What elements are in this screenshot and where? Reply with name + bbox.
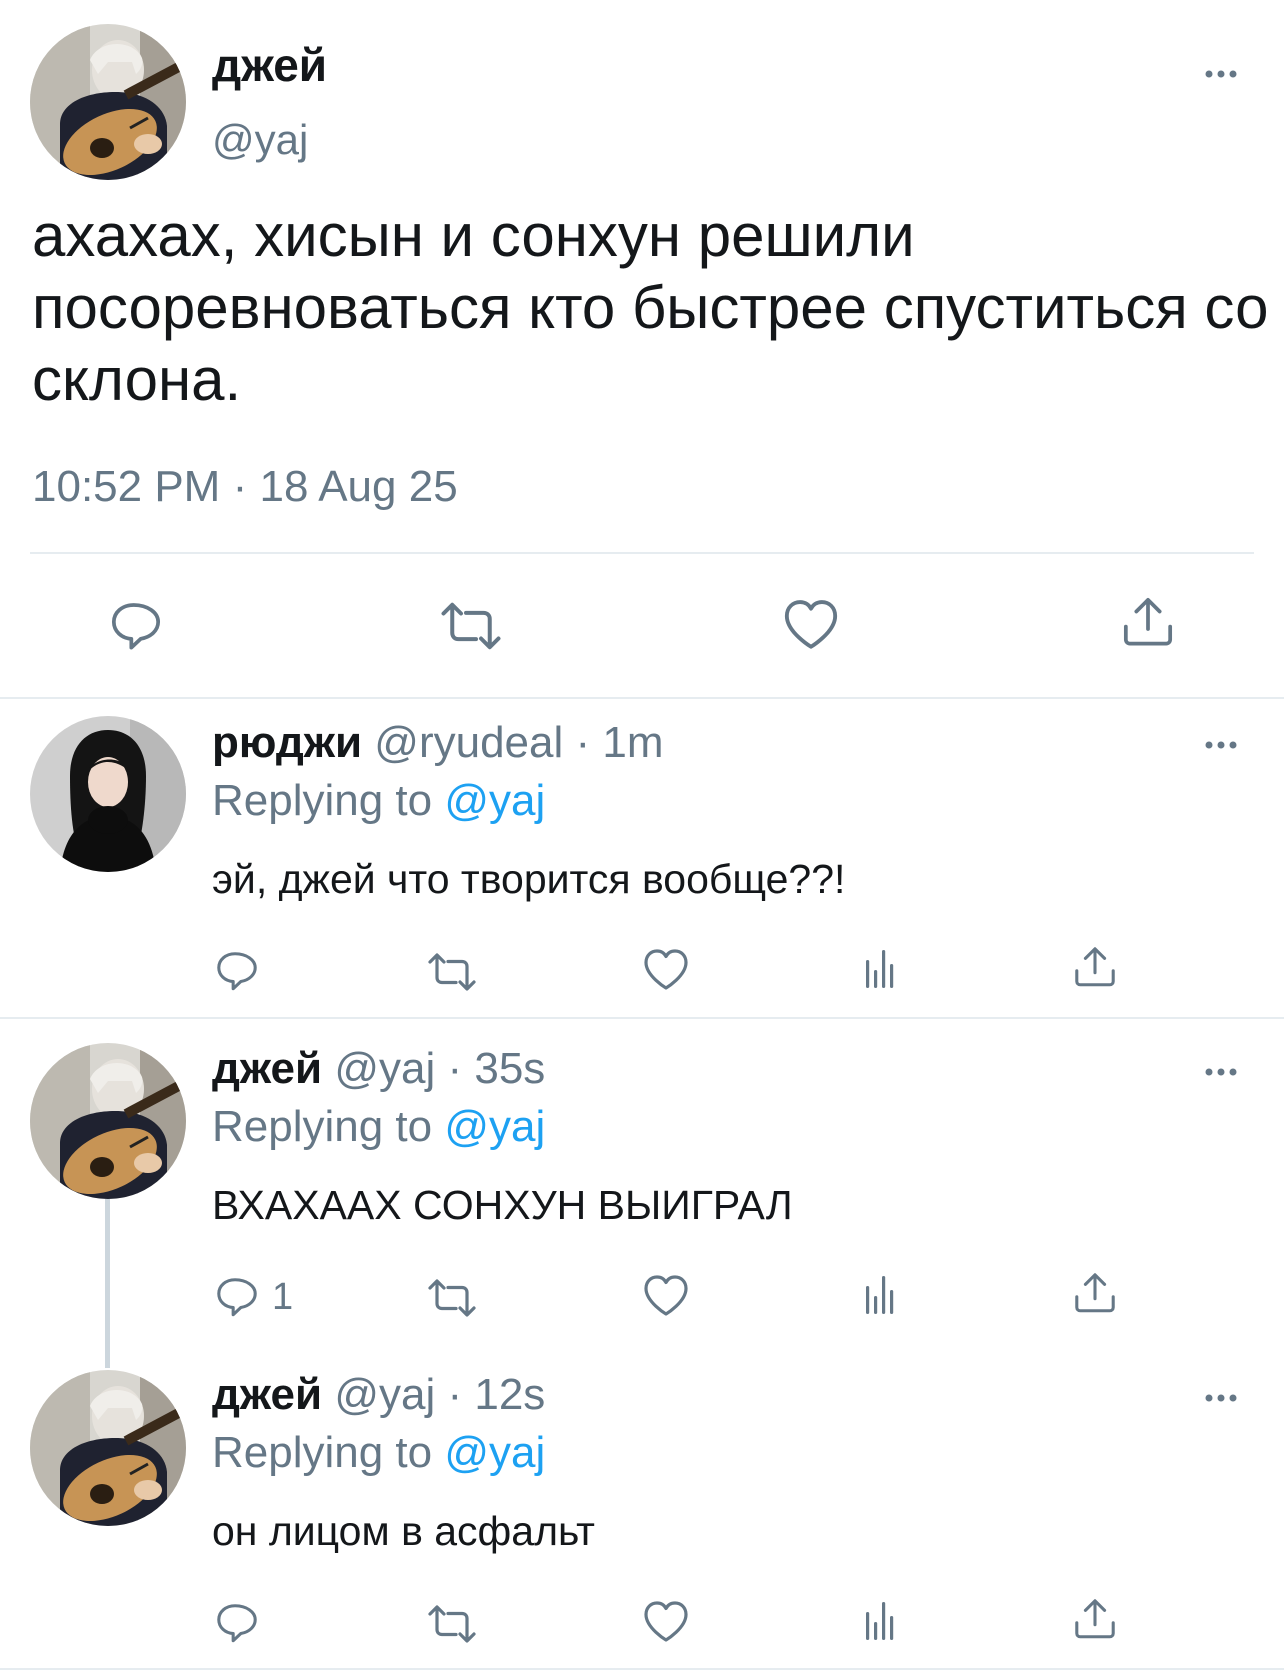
reply-time: · 12s [447, 1370, 546, 1419]
reply-handle[interactable]: @yaj [334, 1370, 435, 1419]
replying-to: Replying to @yaj [212, 1102, 545, 1152]
replying-to: Replying to @yaj [212, 1428, 545, 1478]
like-icon[interactable] [642, 1598, 690, 1646]
reply-header: джей @yaj · 35s [212, 1044, 545, 1094]
main-tweet-avatar[interactable] [30, 24, 186, 180]
reply-icon[interactable] [214, 948, 260, 994]
stats-icon[interactable] [860, 1272, 900, 1320]
ellipsis-icon[interactable] [1203, 737, 1239, 753]
like-icon[interactable] [642, 946, 690, 994]
like-icon[interactable] [642, 1272, 690, 1320]
reply-text: ВХАХААХ СОНХУН ВЫИГРАЛ [212, 1182, 793, 1228]
like-icon[interactable] [782, 596, 840, 654]
retweet-icon[interactable] [436, 598, 506, 654]
retweet-icon[interactable] [424, 1602, 480, 1646]
reply-text: эй, джей что творится вообще??! [212, 856, 846, 902]
replying-mention[interactable]: @yaj [444, 776, 545, 825]
reply-header: рюджи @ryudeal · 1m [212, 718, 664, 768]
ellipsis-icon[interactable] [1203, 1064, 1239, 1080]
main-tweet-text: ахахах, хисын и сонхун решили посоревнов… [32, 202, 1269, 413]
reply-header: джей @yaj · 12s [212, 1370, 545, 1420]
reply-count: 1 [272, 1276, 294, 1318]
reply-icon[interactable] [214, 1600, 260, 1646]
retweet-icon[interactable] [424, 1276, 480, 1320]
replying-prefix: Replying to [212, 1102, 433, 1151]
divider [0, 697, 1284, 699]
reply-avatar[interactable] [30, 716, 186, 872]
share-icon[interactable] [1072, 1270, 1118, 1316]
main-tweet-handle[interactable]: @yaj [212, 116, 308, 164]
reply-icon[interactable] [108, 598, 164, 654]
reply-text: он лицом в асфальт [212, 1508, 595, 1554]
reply-handle[interactable]: @ryudeal [374, 718, 563, 767]
ellipsis-icon[interactable] [1203, 66, 1239, 82]
reply-name[interactable]: рюджи [212, 718, 362, 767]
replying-to: Replying to @yaj [212, 776, 545, 826]
stats-icon[interactable] [860, 1598, 900, 1646]
divider [0, 1017, 1284, 1019]
replying-mention[interactable]: @yaj [444, 1102, 545, 1151]
divider [0, 1668, 1284, 1670]
reply-name[interactable]: джей [212, 1044, 322, 1093]
reply-icon[interactable] [214, 1274, 260, 1320]
meta-separator: · [232, 462, 248, 511]
replying-prefix: Replying to [212, 776, 433, 825]
replying-mention[interactable]: @yaj [444, 1428, 545, 1477]
main-tweet-name[interactable]: джей [212, 38, 327, 92]
share-icon[interactable] [1072, 944, 1118, 990]
tweet-time: 10:52 PM [32, 462, 221, 511]
divider [30, 552, 1254, 554]
stats-icon[interactable] [860, 946, 900, 994]
reply-handle[interactable]: @yaj [334, 1044, 435, 1093]
thread-connector [105, 1180, 110, 1368]
reply-time: · 35s [447, 1044, 546, 1093]
share-icon[interactable] [1072, 1596, 1118, 1642]
retweet-icon[interactable] [424, 950, 480, 994]
share-icon[interactable] [1120, 594, 1176, 650]
replying-prefix: Replying to [212, 1428, 433, 1477]
reply-avatar[interactable] [30, 1370, 186, 1526]
main-tweet-timestamp: 10:52 PM · 18 Aug 25 [32, 462, 458, 512]
ellipsis-icon[interactable] [1203, 1390, 1239, 1406]
reply-name[interactable]: джей [212, 1370, 322, 1419]
reply-avatar[interactable] [30, 1043, 186, 1199]
tweet-date: 18 Aug 25 [259, 462, 458, 511]
reply-time: · 1m [575, 718, 664, 767]
